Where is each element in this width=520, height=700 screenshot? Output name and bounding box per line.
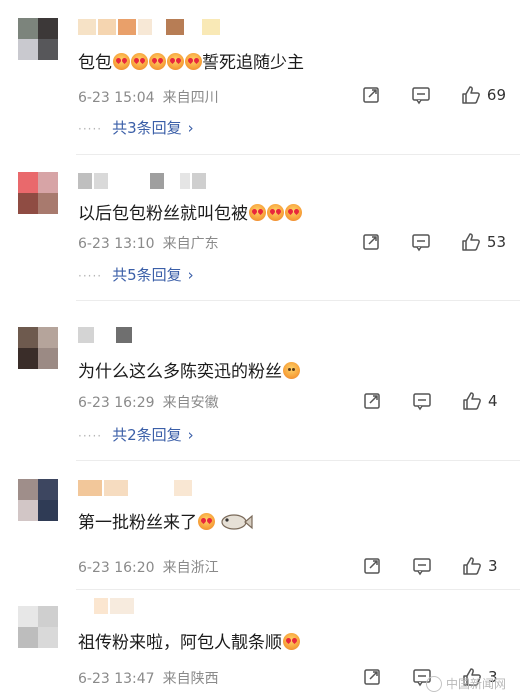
comment-meta: 6-23 15:04 来自四川 bbox=[78, 87, 219, 107]
kiss-emoji bbox=[198, 513, 215, 530]
comment-text: 包包 誓死追随少主 bbox=[78, 53, 304, 73]
view-replies-link[interactable]: ····· 共3条回复 › bbox=[78, 117, 194, 138]
heart-eyes-emoji bbox=[149, 53, 166, 70]
dots-icon: ····· bbox=[78, 429, 103, 443]
heart-eyes-emoji bbox=[267, 204, 284, 221]
comment-actions: 3 bbox=[362, 556, 506, 576]
heart-eyes-emoji bbox=[113, 53, 130, 70]
like-count: 4 bbox=[488, 392, 498, 410]
comment-actions: 4 bbox=[362, 391, 506, 411]
heart-eyes-emoji bbox=[249, 204, 266, 221]
username[interactable] bbox=[78, 327, 132, 343]
avatar[interactable] bbox=[18, 606, 58, 648]
chevron-right-icon: › bbox=[187, 426, 194, 444]
comment-text: 为什么这么多陈奕迅的粉丝 bbox=[78, 357, 300, 382]
comment-text: 祖传粉来啦，阿包人靓条顺 bbox=[78, 628, 300, 653]
comment-icon[interactable] bbox=[412, 556, 432, 576]
like-count: 3 bbox=[488, 557, 498, 575]
dots-icon: ····· bbox=[78, 122, 103, 136]
fish-sticker-icon bbox=[221, 514, 253, 530]
thumbs-up-icon[interactable] bbox=[461, 85, 481, 105]
watermark-text: 中国新闻网 bbox=[445, 677, 506, 691]
like-count: 53 bbox=[486, 233, 506, 251]
comment-location: 来自广东 bbox=[162, 236, 219, 252]
comment-location: 来自四川 bbox=[162, 90, 219, 106]
comment-location: 来自安徽 bbox=[162, 395, 219, 411]
heart-eyes-emoji bbox=[285, 204, 302, 221]
comment-time: 6-23 16:29 bbox=[78, 395, 155, 411]
weibo-logo-icon bbox=[425, 675, 442, 692]
avatar[interactable] bbox=[18, 18, 58, 60]
comment-location: 来自浙江 bbox=[162, 560, 219, 576]
heart-eyes-emoji bbox=[131, 53, 148, 70]
comment-actions: 69 bbox=[361, 85, 506, 105]
comment-text: 以后包包粉丝就叫包被 bbox=[78, 199, 302, 224]
comment-meta: 6-23 13:10 来自广东 bbox=[78, 233, 219, 253]
comment-icon[interactable] bbox=[412, 391, 432, 411]
comment-item: 第一批粉丝来了 6-23 16:20 来自浙江 3 bbox=[0, 461, 520, 591]
share-icon[interactable] bbox=[361, 85, 381, 105]
comment-item: 为什么这么多陈奕迅的粉丝 6-23 16:29 来自安徽 4 ····· 共2条回复… bbox=[0, 301, 520, 461]
username[interactable] bbox=[78, 19, 220, 35]
avatar[interactable] bbox=[18, 327, 58, 369]
cat-emoji bbox=[283, 362, 300, 379]
comment-time: 6-23 13:47 bbox=[78, 671, 155, 687]
chevron-right-icon: › bbox=[187, 266, 194, 284]
comment-icon[interactable] bbox=[411, 85, 431, 105]
dots-icon: ····· bbox=[78, 269, 103, 283]
username[interactable] bbox=[78, 598, 134, 614]
comment-text: 第一批粉丝来了 bbox=[78, 508, 253, 533]
heart-eyes-emoji bbox=[185, 53, 202, 70]
comment-time: 6-23 15:04 bbox=[78, 90, 155, 106]
chevron-right-icon: › bbox=[187, 119, 194, 137]
like-count: 69 bbox=[486, 86, 506, 104]
comment-meta: 6-23 16:20 来自浙江 bbox=[78, 557, 219, 577]
thumbs-up-icon[interactable] bbox=[462, 391, 482, 411]
view-replies-link[interactable]: ····· 共2条回复 › bbox=[78, 424, 194, 445]
thumbs-up-icon[interactable] bbox=[462, 556, 482, 576]
username[interactable] bbox=[78, 480, 192, 496]
comment-item: 以后包包粉丝就叫包被 6-23 13:10 来自广东 53 ····· 共5条回复 › bbox=[0, 155, 520, 305]
comment-item: 包包 誓死追随少主 6-23 15:04 来自四川 69 ····· 共3条回复 › bbox=[0, 0, 520, 160]
comment-icon[interactable] bbox=[411, 232, 431, 252]
comment-meta: 6-23 16:29 来自安徽 bbox=[78, 392, 219, 412]
heart-eyes-cat-emoji bbox=[283, 633, 300, 650]
share-icon[interactable] bbox=[362, 556, 382, 576]
thumbs-up-icon[interactable] bbox=[461, 232, 481, 252]
view-replies-link[interactable]: ····· 共5条回复 › bbox=[78, 264, 194, 285]
comment-meta: 6-23 13:47 来自陕西 bbox=[78, 668, 219, 688]
share-icon[interactable] bbox=[362, 391, 382, 411]
share-icon[interactable] bbox=[361, 232, 381, 252]
heart-eyes-emoji bbox=[167, 53, 184, 70]
watermark: 中国新闻网 bbox=[425, 675, 506, 692]
comment-location: 来自陕西 bbox=[162, 671, 219, 687]
share-icon[interactable] bbox=[362, 667, 382, 687]
comment-time: 6-23 13:10 bbox=[78, 236, 155, 252]
avatar[interactable] bbox=[18, 479, 58, 521]
avatar[interactable] bbox=[18, 172, 58, 214]
comment-actions: 53 bbox=[361, 232, 506, 252]
comment-time: 6-23 16:20 bbox=[78, 560, 155, 576]
username[interactable] bbox=[78, 173, 206, 189]
